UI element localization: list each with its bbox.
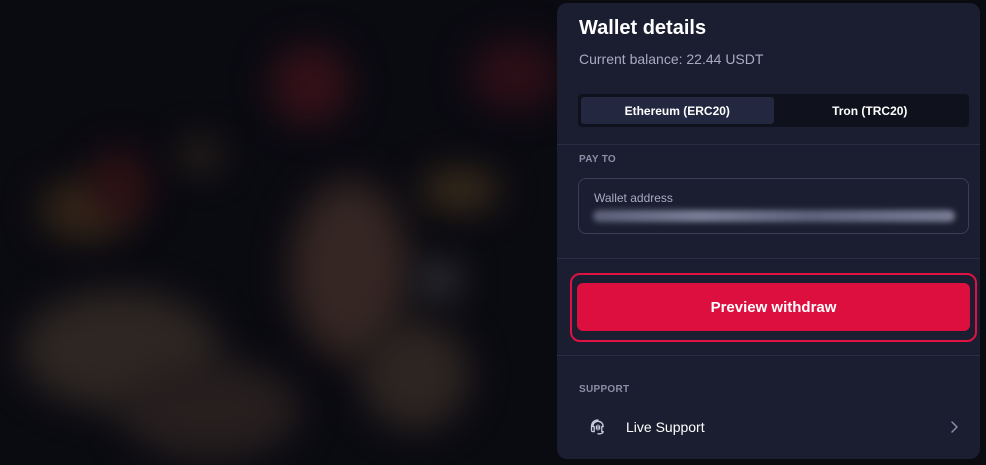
chevron-right-icon: [951, 421, 958, 433]
wallet-address-label: Wallet address: [594, 191, 673, 205]
live-support-item[interactable]: Live Support: [579, 406, 959, 448]
support-heading: SUPPORT: [579, 384, 630, 395]
network-option-trc20[interactable]: Tron (TRC20): [774, 97, 967, 124]
pay-to-label: PAY TO: [579, 154, 617, 165]
headset-icon: [590, 419, 604, 435]
live-support-label: Live Support: [626, 419, 705, 435]
network-selector: Ethereum (ERC20) Tron (TRC20): [578, 94, 969, 127]
current-balance: Current balance: 22.44 USDT: [579, 51, 764, 67]
divider: [557, 144, 980, 145]
wallet-address-field[interactable]: Wallet address: [578, 178, 969, 234]
wallet-address-value-redacted: [593, 210, 955, 222]
panel-title: Wallet details: [579, 17, 707, 39]
network-option-erc20[interactable]: Ethereum (ERC20): [581, 97, 774, 124]
divider: [557, 258, 980, 259]
preview-withdraw-button[interactable]: Preview withdraw: [577, 283, 970, 331]
divider: [557, 355, 980, 356]
wallet-details-panel: Wallet details Current balance: 22.44 US…: [557, 3, 980, 459]
